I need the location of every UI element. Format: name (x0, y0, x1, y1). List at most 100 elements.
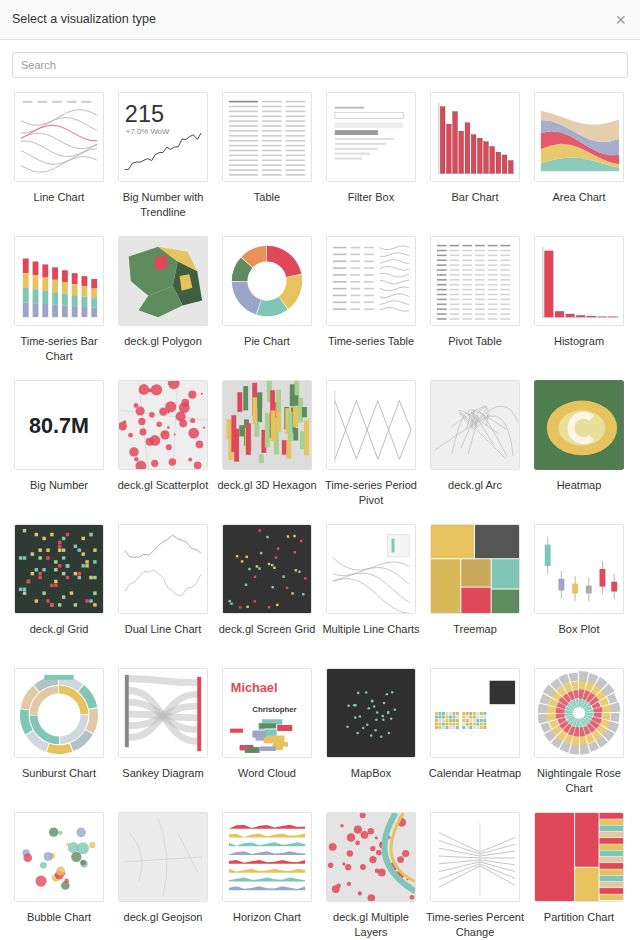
thumbnail-frame[interactable] (14, 812, 104, 902)
visualization-tile[interactable]: deck.gl Grid (8, 524, 110, 668)
thumbnail-frame[interactable] (14, 668, 104, 758)
chart-thumbnail (431, 669, 519, 757)
thumbnail-frame[interactable] (222, 236, 312, 326)
visualization-tile[interactable]: Bubble Chart (8, 812, 110, 940)
thumbnail-frame[interactable] (534, 380, 624, 470)
tile-label: deck.gl 3D Hexagon (216, 478, 318, 493)
visualization-tile[interactable]: deck.gl Scatterplot (112, 380, 214, 524)
thumbnail-frame[interactable] (534, 524, 624, 614)
tile-label: Table (216, 190, 318, 205)
thumbnail-frame[interactable] (222, 812, 312, 902)
thumbnail-frame[interactable]: 80.7M (14, 380, 104, 470)
thumbnail-frame[interactable] (430, 668, 520, 758)
thumbnail-frame[interactable] (326, 812, 416, 902)
visualization-tile[interactable]: Dual Line Chart (112, 524, 214, 668)
visualization-tile[interactable]: Box Plot (528, 524, 630, 668)
thumbnail-frame[interactable] (326, 92, 416, 182)
visualization-tile[interactable]: Time-series Period Pivot (320, 380, 422, 524)
thumbnail-frame[interactable] (430, 812, 520, 902)
thumbnail-frame[interactable] (222, 92, 312, 182)
visualization-tile[interactable]: MapBox (320, 668, 422, 812)
thumbnail-frame[interactable] (326, 668, 416, 758)
thumbnail-frame[interactable] (430, 92, 520, 182)
visualization-tile[interactable]: deck.gl Geojson (112, 812, 214, 940)
chart-thumbnail (15, 237, 103, 325)
visualization-tile[interactable]: Area Chart (528, 92, 630, 236)
thumbnail-frame[interactable] (534, 668, 624, 758)
chart-thumbnail (535, 93, 623, 181)
thumbnail-frame[interactable] (326, 380, 416, 470)
thumbnail-frame[interactable] (222, 380, 312, 470)
thumbnail-frame[interactable] (534, 236, 624, 326)
thumbnail-frame[interactable] (14, 236, 104, 326)
visualization-tile[interactable]: Time-series Bar Chart (8, 236, 110, 380)
visualization-tile[interactable]: 80.7MBig Number (8, 380, 110, 524)
visualization-tile[interactable]: Line Chart (8, 92, 110, 236)
visualization-tile[interactable]: Treemap (424, 524, 526, 668)
tile-label: Pivot Table (424, 334, 526, 349)
thumbnail-frame[interactable] (118, 524, 208, 614)
thumbnail-frame[interactable] (14, 524, 104, 614)
chart-thumbnail (223, 381, 311, 469)
visualization-tile[interactable]: Table (216, 92, 318, 236)
thumbnail-frame[interactable]: 215+7.0% WoW (118, 92, 208, 182)
close-button[interactable]: × (613, 10, 628, 30)
thumbnail-frame[interactable] (534, 812, 624, 902)
visualization-tile[interactable]: deck.gl Multiple Layers (320, 812, 422, 940)
thumbnail-frame[interactable] (326, 524, 416, 614)
chart-thumbnail (119, 669, 207, 757)
tile-label: Horizon Chart (216, 910, 318, 925)
tile-label: Filter Box (320, 190, 422, 205)
thumbnail-frame[interactable] (118, 380, 208, 470)
visualization-tile[interactable]: deck.gl Polygon (112, 236, 214, 380)
svg-text:Christopher: Christopher (252, 705, 296, 714)
chart-thumbnail (535, 813, 623, 901)
visualization-tile[interactable]: deck.gl 3D Hexagon (216, 380, 318, 524)
thumbnail-frame[interactable] (222, 524, 312, 614)
thumbnail-frame[interactable] (118, 812, 208, 902)
visualization-tile[interactable]: Sunburst Chart (8, 668, 110, 812)
chart-thumbnail (119, 813, 207, 901)
chart-thumbnail (431, 813, 519, 901)
thumbnail-frame[interactable] (326, 236, 416, 326)
tile-label: Heatmap (528, 478, 630, 493)
visualization-tile[interactable]: Sankey Diagram (112, 668, 214, 812)
visualization-tile[interactable]: Time-series Percent Change (424, 812, 526, 940)
visualization-tile[interactable]: Partition Chart (528, 812, 630, 940)
visualization-tile[interactable]: Calendar Heatmap (424, 668, 526, 812)
thumbnail-frame[interactable]: MichaelChristopher (222, 668, 312, 758)
visualization-tile[interactable]: deck.gl Arc (424, 380, 526, 524)
search-input[interactable] (12, 52, 628, 78)
thumbnail-frame[interactable] (118, 668, 208, 758)
chart-thumbnail (327, 525, 415, 613)
visualization-grid: Line Chart215+7.0% WoWBig Number with Tr… (0, 92, 640, 940)
thumbnail-frame[interactable] (14, 92, 104, 182)
thumbnail-frame[interactable] (430, 380, 520, 470)
tile-label: MapBox (320, 766, 422, 781)
visualization-tile[interactable]: Filter Box (320, 92, 422, 236)
thumbnail-frame[interactable] (430, 524, 520, 614)
visualization-tile[interactable]: Heatmap (528, 380, 630, 524)
thumbnail-frame[interactable] (430, 236, 520, 326)
visualization-tile[interactable]: Horizon Chart (216, 812, 318, 940)
visualization-tile[interactable]: 215+7.0% WoWBig Number with Trendline (112, 92, 214, 236)
visualization-tile[interactable]: Pie Chart (216, 236, 318, 380)
chart-thumbnail (15, 813, 103, 901)
tile-label: deck.gl Multiple Layers (320, 910, 422, 940)
thumbnail-frame[interactable] (534, 92, 624, 182)
chart-thumbnail (119, 525, 207, 613)
tile-label: Nightingale Rose Chart (528, 766, 630, 796)
chart-thumbnail (327, 237, 415, 325)
visualization-tile[interactable]: Histogram (528, 236, 630, 380)
visualization-tile[interactable]: Multiple Line Charts (320, 524, 422, 668)
thumbnail-frame[interactable] (118, 236, 208, 326)
tile-label: Bubble Chart (8, 910, 110, 925)
visualization-tile[interactable]: Bar Chart (424, 92, 526, 236)
visualization-tile[interactable]: Pivot Table (424, 236, 526, 380)
visualization-tile[interactable]: deck.gl Screen Grid (216, 524, 318, 668)
visualization-tile[interactable]: Nightingale Rose Chart (528, 668, 630, 812)
tile-label: Word Cloud (216, 766, 318, 781)
tile-label: deck.gl Arc (424, 478, 526, 493)
visualization-tile[interactable]: Time-series Table (320, 236, 422, 380)
visualization-tile[interactable]: MichaelChristopher Word Cloud (216, 668, 318, 812)
